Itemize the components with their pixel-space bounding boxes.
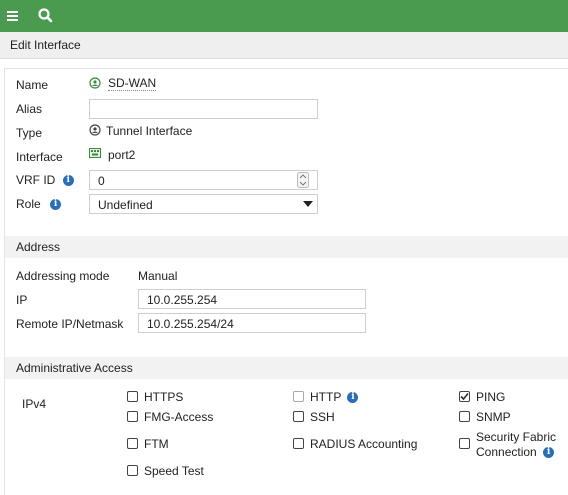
https-label: HTTPS — [144, 390, 184, 404]
snmp-checkbox[interactable] — [459, 411, 470, 422]
interface-status-icon — [89, 77, 101, 89]
admin-access-section-title: Administrative Access — [16, 361, 133, 375]
security-fabric-label-line2: Connection i — [476, 445, 555, 459]
role-label: Role i — [16, 197, 62, 211]
ping-label: PING — [476, 390, 506, 404]
title-bar: Edit Interface — [0, 32, 568, 59]
interface-label: Interface — [16, 150, 63, 164]
admin-access-section-header: Administrative Access — [5, 357, 568, 379]
ftm-checkbox[interactable] — [127, 438, 138, 449]
radius-accounting-checkbox[interactable] — [293, 438, 304, 449]
role-select[interactable]: Undefined — [89, 194, 318, 214]
vrf-id-label: VRF ID i — [16, 173, 74, 187]
ip-label: IP — [16, 293, 28, 307]
speed-test-checkbox[interactable] — [127, 465, 138, 476]
ssh-checkbox[interactable] — [293, 411, 304, 422]
vrf-id-input[interactable]: 0 — [89, 170, 318, 190]
ping-checkbox[interactable] — [459, 391, 470, 402]
fmg-access-checkbox[interactable] — [127, 411, 138, 422]
address-section-title: Address — [16, 240, 61, 254]
tunnel-icon — [89, 124, 101, 136]
alias-label: Alias — [16, 102, 43, 116]
remote-ip-label: Remote IP/Netmask — [16, 317, 124, 331]
security-fabric-info-icon[interactable]: i — [543, 447, 555, 459]
ip-input[interactable]: 10.0.255.254 — [138, 289, 366, 309]
http-label: HTTP i — [310, 390, 359, 404]
port-icon — [89, 148, 101, 158]
chevron-down-icon[interactable] — [303, 201, 313, 207]
fmg-access-label: FMG-Access — [144, 410, 214, 424]
name-value: SD-WAN — [108, 76, 157, 91]
address-section-header: Address — [5, 236, 568, 258]
vrf-info-icon[interactable]: i — [62, 175, 74, 187]
https-checkbox[interactable] — [127, 391, 138, 402]
alias-input[interactable] — [89, 99, 318, 119]
ipv4-label: IPv4 — [22, 397, 47, 411]
remote-ip-input[interactable]: 10.0.255.254/24 — [138, 313, 366, 333]
snmp-label: SNMP — [476, 410, 511, 424]
speed-test-label: Speed Test — [144, 464, 204, 478]
type-value: Tunnel Interface — [106, 124, 193, 138]
radius-accounting-label: RADIUS Accounting — [310, 437, 418, 451]
ssh-label: SSH — [310, 410, 335, 424]
hamburger-icon[interactable] — [4, 6, 24, 26]
ftm-label: FTM — [144, 437, 169, 451]
security-fabric-checkbox[interactable] — [459, 438, 470, 449]
http-checkbox[interactable] — [293, 391, 304, 402]
vrf-id-text: VRF ID — [16, 173, 56, 187]
interface-value: port2 — [108, 148, 136, 162]
http-info-icon[interactable]: i — [347, 392, 359, 404]
stepper-icon[interactable] — [297, 172, 309, 188]
addressing-mode-value: Manual — [138, 269, 178, 283]
search-icon[interactable] — [36, 6, 56, 26]
role-text: Role — [16, 197, 41, 211]
name-label: Name — [16, 78, 49, 92]
addressing-mode-label: Addressing mode — [16, 269, 110, 283]
security-fabric-label: Security Fabric — [476, 430, 557, 444]
http-text: HTTP — [310, 390, 342, 404]
role-info-icon[interactable]: i — [50, 199, 62, 211]
top-bar — [0, 0, 568, 32]
connection-text: Connection — [476, 445, 537, 459]
checkmark-icon — [460, 392, 469, 401]
type-label: Type — [16, 126, 43, 140]
page-title: Edit Interface — [10, 38, 81, 52]
